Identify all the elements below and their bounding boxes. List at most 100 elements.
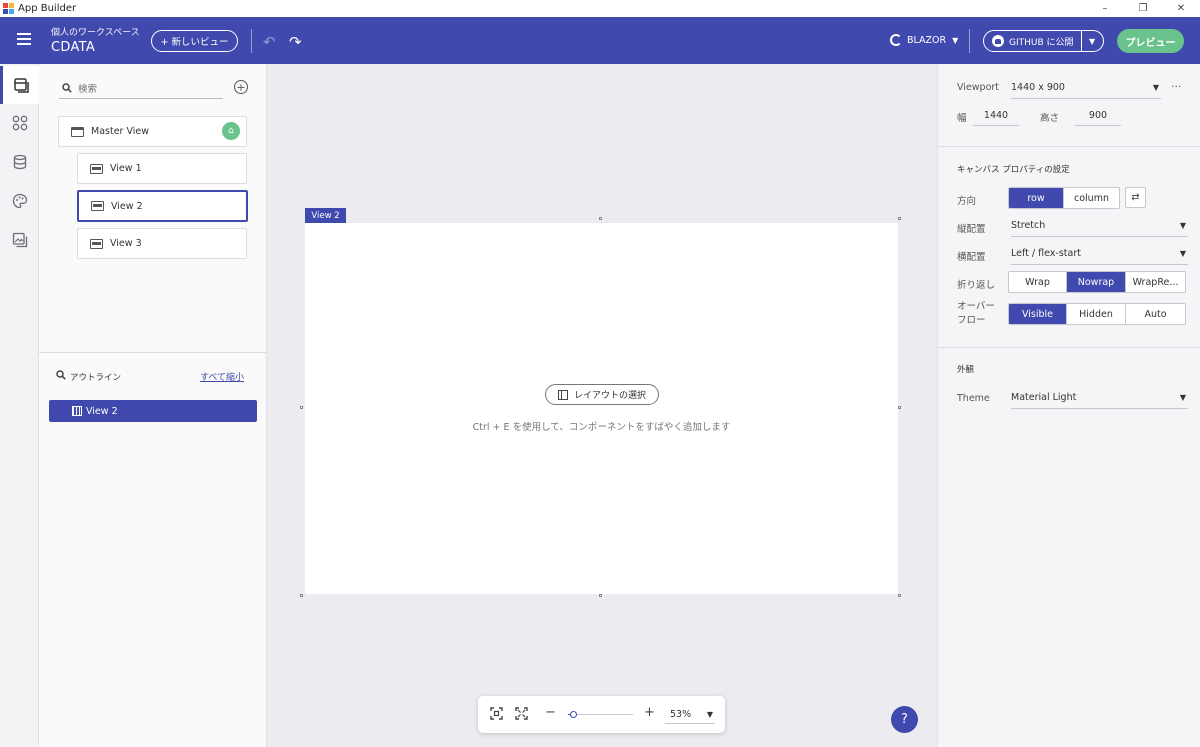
width-label: 幅	[957, 113, 967, 124]
header-divider	[969, 29, 970, 53]
appearance-title: 外観	[957, 365, 975, 375]
wrap-button[interactable]: Wrap	[1009, 272, 1067, 292]
github-publish-group: GITHUB に公開 ▼	[983, 30, 1104, 52]
data-icon[interactable]	[0, 143, 39, 181]
resize-handle[interactable]	[898, 594, 901, 597]
vertical-align-value: Stretch	[1011, 220, 1046, 231]
resize-handle[interactable]	[898, 217, 901, 220]
horizontal-align-value: Left / flex-start	[1011, 248, 1081, 259]
new-view-button[interactable]: + 新しいビュー	[151, 30, 238, 52]
framework-selector[interactable]: BLAZOR ▼	[890, 34, 958, 46]
collapse-all-link[interactable]: すべて縮小	[200, 370, 244, 383]
panel-divider	[39, 352, 267, 353]
overflow-visible-button[interactable]: Visible	[1009, 304, 1067, 324]
workspace-info[interactable]: 個人のワークスペース CDATA	[51, 25, 140, 55]
view-item-view-3[interactable]: View 3	[77, 228, 247, 259]
views-icon[interactable]	[0, 66, 39, 104]
undo-icon[interactable]: ↶	[263, 33, 276, 51]
theme-value: Material Light	[1011, 392, 1077, 403]
resize-handle[interactable]	[599, 217, 602, 220]
canvas-view-tag[interactable]: View 2	[305, 208, 346, 223]
view-item-label: Master View	[91, 126, 150, 137]
zoom-in-icon[interactable]: +	[644, 705, 655, 720]
direction-toggle: row column	[1008, 187, 1120, 209]
overflow-toggle: Visible Hidden Auto	[1008, 303, 1186, 325]
github-options-button[interactable]: ▼	[1080, 31, 1103, 51]
theme-select[interactable]: Material Light ▼	[1011, 387, 1188, 409]
assets-icon[interactable]	[0, 221, 39, 259]
zoom-slider-thumb[interactable]	[570, 711, 578, 718]
viewport-label: Viewport	[957, 82, 1000, 93]
zoom-level-value: 53%	[670, 709, 692, 720]
swap-direction-icon[interactable]: ⇄	[1125, 187, 1146, 208]
view-item-master[interactable]: Master View ⌂	[58, 116, 247, 147]
view-item-label: View 1	[110, 163, 142, 174]
view-item-view-2[interactable]: View 2	[77, 190, 248, 222]
outline-item-view-2[interactable]: View 2	[49, 400, 257, 422]
view-icon	[90, 238, 103, 249]
zoom-out-icon[interactable]: −	[545, 705, 556, 720]
overflow-auto-button[interactable]: Auto	[1126, 304, 1185, 324]
window-title: App Builder	[18, 3, 77, 14]
fullscreen-icon[interactable]	[515, 707, 528, 723]
search-input[interactable]	[78, 83, 218, 95]
layout-select-label: レイアウトの選択	[573, 391, 646, 401]
chevron-down-icon: ▼	[1179, 221, 1186, 230]
project-name: CDATA	[51, 40, 96, 55]
overflow-label: オーバーフロー	[957, 301, 995, 326]
design-canvas: View 2 レイアウトの選択 Ctrl + E を使用して、コンポーネントをす…	[267, 64, 937, 747]
header-divider	[251, 29, 252, 53]
vertical-align-label: 縦配置	[957, 224, 986, 235]
components-icon[interactable]	[0, 104, 39, 142]
width-field[interactable]: 1440	[973, 106, 1019, 126]
nowrap-button[interactable]: Nowrap	[1067, 272, 1126, 292]
chevron-down-icon: ▼	[1152, 83, 1159, 92]
viewport-select[interactable]: 1440 x 900 ▼	[1011, 77, 1161, 99]
minimize-button[interactable]: –	[1086, 0, 1124, 17]
blazor-icon	[890, 34, 902, 46]
resize-handle[interactable]	[300, 594, 303, 597]
hamburger-menu-icon[interactable]	[17, 33, 31, 45]
workspace-label: 個人のワークスペース	[51, 28, 140, 38]
chevron-down-icon: ▼	[1088, 36, 1096, 46]
wrap-reverse-button[interactable]: WrapRe...	[1126, 272, 1185, 292]
direction-row-button[interactable]: row	[1009, 188, 1064, 208]
zoom-level-select[interactable]: 53% ▼	[665, 706, 715, 724]
horizontal-align-select[interactable]: Left / flex-start ▼	[1011, 243, 1188, 265]
add-view-icon[interactable]: +	[234, 80, 248, 94]
restore-button[interactable]: ❐	[1124, 0, 1162, 17]
properties-panel: Viewport 1440 x 900 ▼ ··· 幅 1440 高さ 900 …	[937, 64, 1200, 747]
github-icon	[992, 35, 1004, 47]
left-icon-rail	[0, 64, 39, 747]
layout-select-button[interactable]: レイアウトの選択	[545, 384, 659, 405]
more-options-icon[interactable]: ···	[1171, 80, 1182, 93]
resize-handle[interactable]	[898, 406, 901, 409]
view-item-view-1[interactable]: View 1	[77, 153, 247, 184]
fit-to-screen-icon[interactable]	[490, 707, 503, 723]
search-icon	[56, 370, 66, 383]
direction-column-button[interactable]: column	[1064, 188, 1119, 208]
github-publish-button[interactable]: GITHUB に公開	[984, 31, 1081, 51]
close-window-button[interactable]: ✕	[1162, 0, 1200, 17]
section-divider	[938, 347, 1200, 348]
search-box	[59, 80, 223, 99]
theme-palette-icon[interactable]	[0, 182, 39, 220]
theme-label: Theme	[957, 393, 990, 404]
home-icon: ⌂	[222, 122, 240, 140]
preview-button[interactable]: プレビュー	[1117, 29, 1184, 53]
github-publish-label: GITHUB に公開	[1009, 37, 1074, 48]
chevron-down-icon: ▼	[1179, 249, 1186, 258]
height-field[interactable]: 900	[1075, 106, 1121, 126]
wrap-label: 折り返し	[957, 280, 996, 291]
chevron-down-icon: ▼	[1179, 393, 1186, 402]
view-item-label: View 2	[111, 200, 143, 212]
redo-icon[interactable]: ↷	[289, 33, 302, 51]
resize-handle[interactable]	[599, 594, 602, 597]
zoom-slider[interactable]	[568, 711, 633, 718]
vertical-align-select[interactable]: Stretch ▼	[1011, 215, 1188, 237]
help-button[interactable]: ?	[891, 706, 918, 733]
overflow-hidden-button[interactable]: Hidden	[1067, 304, 1126, 324]
window-controls: – ❐ ✕	[1086, 0, 1200, 17]
view-frame[interactable]: レイアウトの選択 Ctrl + E を使用して、コンポーネントをすばやく追加しま…	[305, 223, 898, 594]
resize-handle[interactable]	[300, 406, 303, 409]
